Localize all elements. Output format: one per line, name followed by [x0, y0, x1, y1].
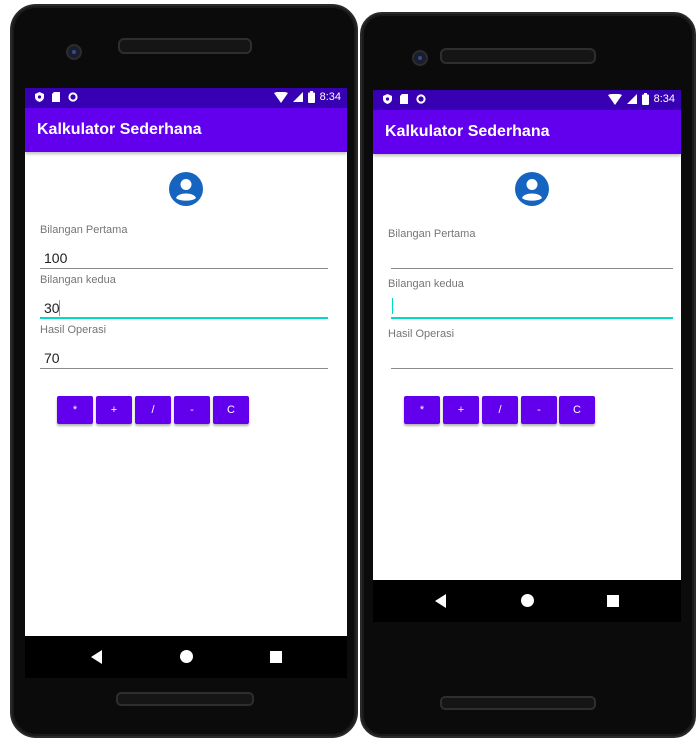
earpiece-speaker [440, 48, 596, 64]
wifi-icon [273, 91, 288, 103]
field-label-bilangan-kedua: Bilangan kedua [388, 278, 464, 290]
field-label-bilangan-kedua: Bilangan kedua [40, 274, 116, 286]
input-underline [40, 268, 328, 269]
clear-button[interactable]: C [213, 396, 249, 424]
phone-device-2: 8:34 Kalkulator Sederhana Bilangan Perta… [360, 12, 696, 738]
circle-icon [68, 92, 78, 102]
front-camera [412, 50, 428, 66]
clear-button[interactable]: C [559, 396, 595, 424]
sim-card-icon [52, 92, 60, 102]
subtract-button[interactable]: - [521, 396, 557, 424]
divide-button[interactable]: / [135, 396, 171, 424]
phone-screen: 8:34 Kalkulator Sederhana Bilangan Perta… [373, 90, 681, 622]
input-hasil-operasi[interactable]: 70 [44, 350, 60, 366]
shield-icon [35, 92, 44, 102]
recents-icon[interactable] [607, 595, 619, 607]
front-camera [66, 44, 82, 60]
input-underline-focused [391, 317, 673, 319]
input-underline-focused [40, 317, 328, 319]
field-label-bilangan-pertama: Bilangan Pertama [40, 224, 128, 236]
account-circle-icon [169, 172, 203, 206]
field-label-hasil-operasi: Hasil Operasi [40, 324, 107, 336]
status-time: 8:34 [653, 93, 675, 105]
battery-icon [307, 91, 315, 103]
input-underline [391, 368, 673, 369]
earpiece-speaker [118, 38, 252, 54]
navigation-bar [373, 580, 681, 622]
field-label-bilangan-pertama: Bilangan Pertama [388, 228, 476, 240]
shield-icon [383, 94, 392, 104]
back-icon[interactable] [91, 650, 102, 664]
multiply-button[interactable]: * [404, 396, 440, 424]
phone-screen: 8:34 Kalkulator Sederhana Bilangan Perta… [25, 88, 347, 678]
app-bar: Kalkulator Sederhana [25, 108, 347, 152]
multiply-button[interactable]: * [57, 396, 93, 424]
input-underline [391, 268, 673, 269]
status-time: 8:34 [319, 91, 341, 103]
input-underline [40, 368, 328, 369]
back-icon[interactable] [435, 594, 446, 608]
divide-button[interactable]: / [482, 396, 518, 424]
text-cursor [392, 298, 393, 314]
status-bar: 8:34 [25, 88, 347, 108]
app-bar: Kalkulator Sederhana [373, 110, 681, 154]
home-icon[interactable] [521, 594, 534, 607]
navigation-bar [25, 636, 347, 678]
status-bar: 8:34 [373, 90, 681, 110]
bottom-speaker [116, 692, 254, 706]
field-label-hasil-operasi: Hasil Operasi [388, 328, 455, 340]
sim-card-icon [400, 94, 408, 104]
circle-icon [416, 94, 426, 104]
add-button[interactable]: + [96, 396, 132, 424]
wifi-icon [607, 93, 622, 105]
app-title: Kalkulator Sederhana [385, 123, 550, 140]
input-bilangan-pertama[interactable]: 100 [44, 250, 67, 266]
cell-signal-icon [626, 94, 637, 104]
text-cursor [59, 300, 60, 316]
recents-icon[interactable] [270, 651, 282, 663]
battery-icon [641, 93, 649, 105]
add-button[interactable]: + [443, 396, 479, 424]
input-bilangan-kedua[interactable]: 30 [44, 300, 60, 316]
cell-signal-icon [292, 92, 303, 102]
bottom-speaker [440, 696, 596, 710]
phone-device-1: 8:34 Kalkulator Sederhana Bilangan Perta… [10, 4, 358, 738]
subtract-button[interactable]: - [174, 396, 210, 424]
home-icon[interactable] [180, 650, 193, 663]
account-circle-icon [515, 172, 549, 206]
app-title: Kalkulator Sederhana [37, 121, 202, 138]
